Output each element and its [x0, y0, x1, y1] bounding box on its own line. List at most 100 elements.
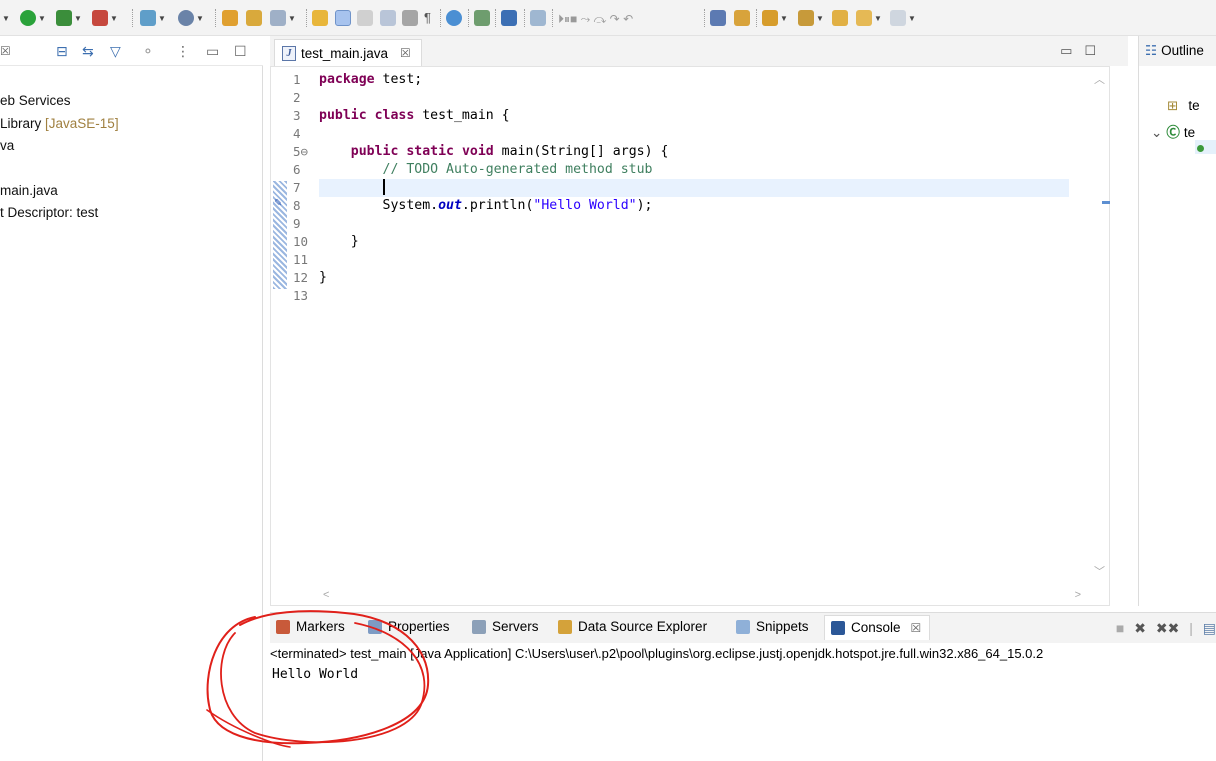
toolbar-separator: [468, 9, 469, 27]
console-actions: ■ ✖ ✖✖ | ▤: [1116, 620, 1216, 637]
open-type-icon[interactable]: ▼: [178, 9, 204, 27]
prev-annotation-icon[interactable]: [734, 9, 750, 27]
tree-item[interactable]: eb Services: [0, 93, 71, 108]
maximize-icon[interactable]: ☐: [234, 43, 247, 60]
scroll-down-icon[interactable]: ﹀: [1094, 563, 1105, 579]
editor-tab-bar: J test_main.java ☒ ▭☐: [270, 36, 1128, 66]
block-selection-icon[interactable]: [357, 9, 373, 27]
method-icon: [1197, 145, 1204, 152]
toolbar-separator: [132, 9, 133, 27]
filter-icon[interactable]: ▽: [110, 43, 121, 60]
annotation-ruler: ✎: [273, 67, 287, 605]
close-icon[interactable]: ☒: [400, 46, 411, 60]
next-annotation-icon[interactable]: [710, 9, 726, 27]
skip-breakpoints-icon[interactable]: [501, 9, 517, 27]
search-icon[interactable]: [246, 9, 262, 27]
tab-properties[interactable]: Properties: [368, 619, 450, 634]
deploy-icon[interactable]: [446, 9, 462, 27]
chevron-down-icon[interactable]: ⌄: [1151, 125, 1162, 140]
step-icons[interactable]: ⏵⏸■ ⤳ ⤼ ↷ ↶: [558, 10, 633, 28]
toggle-mark-icon[interactable]: ▼: [270, 9, 296, 27]
tab-snippets[interactable]: Snippets: [736, 619, 809, 634]
project-explorer-header: ☒ ⊟ ⇆ ▽ ⚬ ⋮ ▭ ☐: [0, 36, 263, 66]
class-icon: Ⓒ: [1166, 125, 1180, 140]
toolbar-separator: [306, 9, 307, 27]
close-icon[interactable]: ☒: [911, 621, 922, 635]
servers-icon: [472, 619, 486, 634]
scroll-left-icon[interactable]: <: [323, 589, 329, 601]
outline-icon: ☷: [1145, 43, 1158, 58]
line-number: 4: [293, 126, 301, 141]
tab-console[interactable]: Console ☒: [824, 615, 931, 640]
coverage-icon[interactable]: ▼: [56, 9, 82, 27]
resume-icon[interactable]: [530, 9, 546, 27]
run-icon[interactable]: ▼: [20, 9, 46, 27]
tree-item[interactable]: Library [JavaSE-15]: [0, 116, 119, 131]
forward-icon[interactable]: [832, 9, 848, 27]
focus-icon[interactable]: ⚬: [142, 43, 154, 60]
back-icon[interactable]: ▼: [798, 9, 824, 27]
code-line: }: [319, 270, 327, 285]
tree-item[interactable]: main.java: [0, 183, 58, 198]
scroll-up-icon[interactable]: ︿: [1094, 71, 1105, 87]
bottom-panel: Markers Properties Servers Data Source E…: [270, 612, 1216, 761]
tab-markers[interactable]: Markers: [276, 619, 345, 634]
link-editor-icon[interactable]: ⇆: [82, 43, 94, 60]
tab-servers[interactable]: Servers: [472, 619, 539, 634]
editor-tab-test-main[interactable]: J test_main.java ☒: [274, 39, 422, 66]
minimize-icon[interactable]: ▭: [206, 43, 219, 60]
tree-item[interactable]: va: [0, 138, 14, 153]
project-explorer: ☒ ⊟ ⇆ ▽ ⚬ ⋮ ▭ ☐ eb Services Library [Jav…: [0, 36, 263, 761]
main-toolbar: ▼ ▼ ▼ ▼ ▼ ▼ ▼ ¶ ⏵⏸■ ⤳ ⤼ ↷ ↶ ▼ ▼ ▼ ▼: [0, 0, 1216, 36]
tab-outline[interactable]: ☷ Outline: [1145, 43, 1204, 59]
java-editor: J test_main.java ☒ ▭☐ ✎ 1 2 3 4 5⊖ 6 7 8…: [270, 36, 1128, 606]
line-number: 6: [293, 162, 301, 177]
clear-console-icon[interactable]: ▤: [1203, 620, 1216, 636]
line-number: 3: [293, 108, 301, 123]
line-number: 8: [293, 198, 301, 213]
toolbar-separator: [756, 9, 757, 27]
last-edit-icon[interactable]: ▼: [762, 9, 788, 27]
scroll-right-icon[interactable]: >: [1075, 589, 1081, 601]
editor-window-buttons[interactable]: ▭☐: [1060, 43, 1108, 59]
debug-dropdown-icon[interactable]: ▼: [0, 9, 10, 27]
console-output[interactable]: Hello World: [272, 667, 358, 682]
line-number: 1: [293, 72, 301, 87]
outline-item-class[interactable]: ⌄ Ⓒte: [1151, 121, 1195, 141]
pilcrow-icon[interactable]: ¶: [424, 8, 431, 26]
collapse-all-icon[interactable]: ⊟: [56, 43, 68, 60]
console-icon: [831, 620, 845, 635]
annotations-icon[interactable]: [312, 9, 328, 27]
tree-item[interactable]: t Descriptor: test: [0, 205, 98, 220]
remove-launch-icon[interactable]: ✖: [1134, 620, 1146, 636]
code-line: }: [319, 234, 359, 249]
console-status: <terminated> test_main [Java Application…: [270, 646, 1044, 661]
vertical-scrollbar[interactable]: ︿ ﹀: [1089, 67, 1109, 605]
line-number[interactable]: 5⊖: [287, 143, 315, 161]
text-caret: [382, 179, 385, 195]
console-icon[interactable]: [474, 9, 490, 27]
web-browser-icon[interactable]: [402, 9, 418, 27]
toolbar-separator: |: [1189, 620, 1193, 636]
nav-back-icon[interactable]: ▼: [856, 9, 882, 27]
toggle-breadcrumb-icon[interactable]: [335, 9, 351, 27]
line-number: 13: [293, 288, 309, 303]
outline-item-method[interactable]: [1195, 140, 1216, 154]
open-task-icon[interactable]: [222, 9, 238, 27]
view-menu-icon[interactable]: ⋮: [176, 43, 190, 60]
tab-data-source-explorer[interactable]: Data Source Explorer: [558, 619, 707, 634]
horizontal-scrollbar[interactable]: < >: [319, 587, 1085, 605]
bottom-tab-bar: Markers Properties Servers Data Source E…: [270, 613, 1216, 643]
outline-item-package[interactable]: ⊞ te: [1167, 98, 1200, 114]
terminate-icon[interactable]: ■: [1116, 620, 1124, 636]
overview-ruler-mark[interactable]: [1102, 201, 1110, 204]
code-line: public static void main(String[] args) {: [350, 144, 669, 159]
external-tools-icon[interactable]: ▼: [92, 9, 118, 27]
nav-forward-icon[interactable]: ▼: [890, 9, 916, 27]
line-number: 10: [293, 234, 309, 249]
new-server-icon[interactable]: ▼: [140, 9, 166, 27]
remove-all-icon[interactable]: ✖✖: [1156, 620, 1179, 636]
view-close-button[interactable]: ☒: [0, 44, 11, 58]
code-area[interactable]: ✎ 1 2 3 4 5⊖ 6 7 8 9 10 11 12 13 package…: [270, 66, 1110, 606]
show-whitespace-icon[interactable]: [380, 9, 396, 27]
